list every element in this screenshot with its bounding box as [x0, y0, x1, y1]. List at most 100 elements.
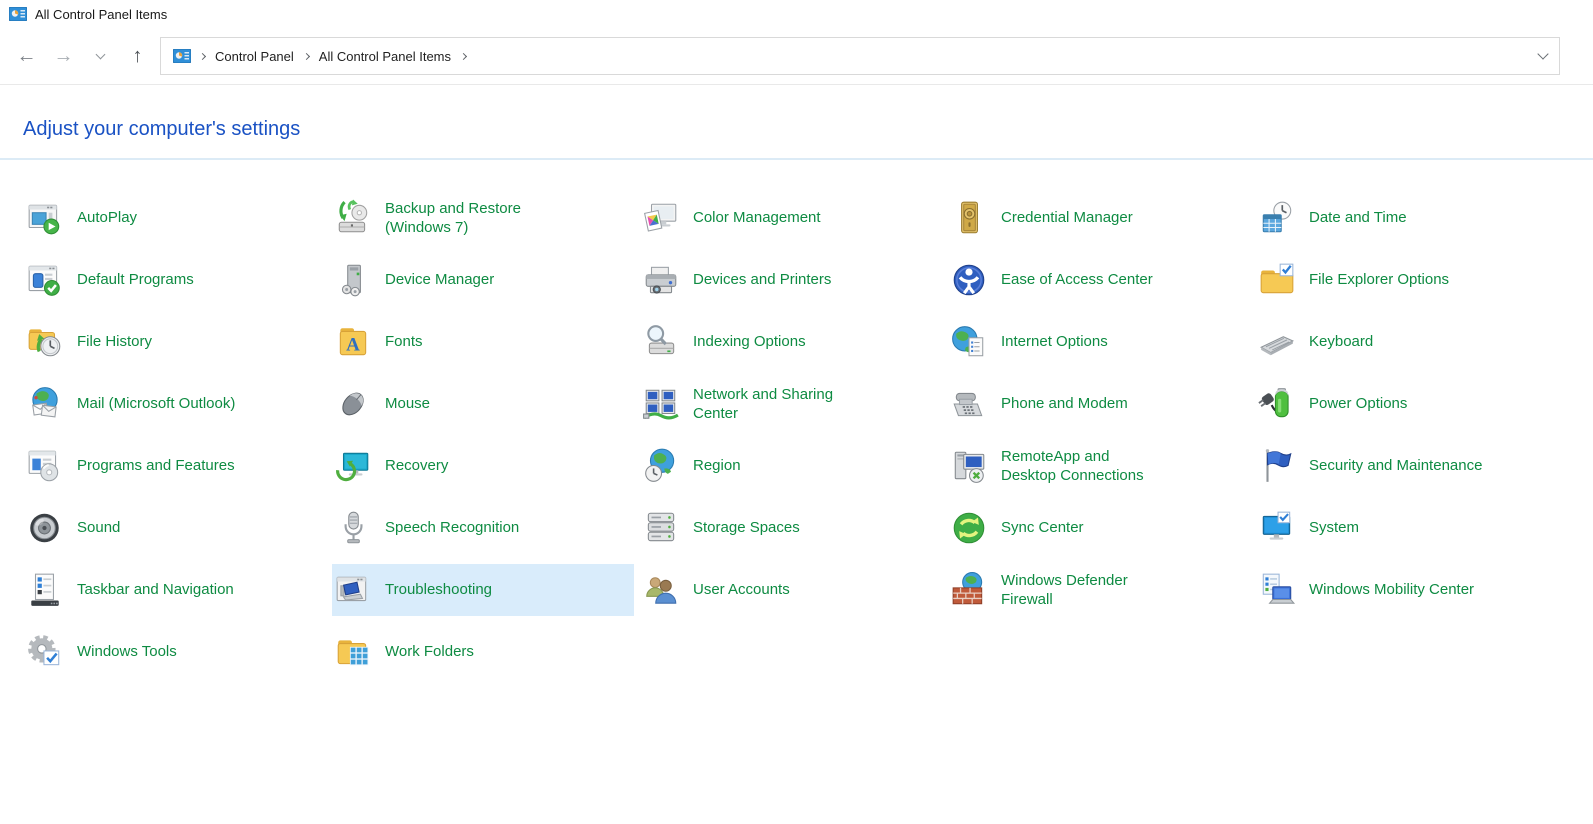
- item-label: Color Management: [693, 208, 821, 227]
- address-bar[interactable]: Control Panel All Control Panel Items: [160, 37, 1560, 75]
- address-history-dropdown-button[interactable]: [1537, 48, 1548, 59]
- item-default-programs[interactable]: Default Programs: [24, 254, 332, 306]
- item-label: Programs and Features: [77, 456, 235, 475]
- item-file-history[interactable]: File History: [24, 316, 332, 368]
- item-ease-of-access-center[interactable]: Ease of Access Center: [948, 254, 1256, 306]
- recovery-icon: [334, 447, 372, 485]
- mouse-icon: [334, 385, 372, 423]
- item-label: Mail (Microsoft Outlook): [77, 394, 235, 413]
- item-label: AutoPlay: [77, 208, 137, 227]
- item-windows-mobility-center[interactable]: Windows Mobility Center: [1256, 564, 1564, 616]
- security-maintenance-icon: [1258, 447, 1296, 485]
- mail-icon: [26, 385, 64, 423]
- item-remoteapp-and-desktop-connections[interactable]: RemoteApp and Desktop Connections: [948, 440, 1256, 492]
- breadcrumb-all-control-panel-items[interactable]: All Control Panel Items: [318, 47, 452, 66]
- item-work-folders[interactable]: Work Folders: [332, 626, 640, 678]
- item-label: Storage Spaces: [693, 518, 800, 537]
- internet-options-icon: [950, 323, 988, 361]
- item-label: Windows Mobility Center: [1309, 580, 1474, 599]
- item-label: Region: [693, 456, 741, 475]
- navigation-bar: ← → ↑ Control Panel All Control Panel It…: [0, 28, 1593, 85]
- user-accounts-icon: [642, 571, 680, 609]
- item-label: Windows Defender Firewall: [1001, 571, 1163, 609]
- item-taskbar-and-navigation[interactable]: Taskbar and Navigation: [24, 564, 332, 616]
- item-sound[interactable]: Sound: [24, 502, 332, 554]
- item-file-explorer-options[interactable]: File Explorer Options: [1256, 254, 1564, 306]
- item-label: Credential Manager: [1001, 208, 1133, 227]
- item-backup-and-restore-windows-7[interactable]: Backup and Restore (Windows 7): [332, 192, 640, 244]
- item-user-accounts[interactable]: User Accounts: [640, 564, 948, 616]
- power-options-icon: [1258, 385, 1296, 423]
- color-management-icon: [642, 199, 680, 237]
- item-label: Devices and Printers: [693, 270, 831, 289]
- forward-button[interactable]: →: [45, 38, 82, 74]
- file-history-icon: [26, 323, 64, 361]
- item-label: Recovery: [385, 456, 448, 475]
- storage-spaces-icon: [642, 509, 680, 547]
- item-label: Work Folders: [385, 642, 474, 661]
- item-internet-options[interactable]: Internet Options: [948, 316, 1256, 368]
- item-label: Keyboard: [1309, 332, 1373, 351]
- network-sharing-icon: [642, 385, 680, 423]
- indexing-options-icon: [642, 323, 680, 361]
- programs-features-icon: [26, 447, 64, 485]
- item-label: Backup and Restore (Windows 7): [385, 199, 547, 237]
- item-system[interactable]: System: [1256, 502, 1564, 554]
- item-label: Sound: [77, 518, 120, 537]
- item-security-and-maintenance[interactable]: Security and Maintenance: [1256, 440, 1564, 492]
- default-programs-icon: [26, 261, 64, 299]
- back-button[interactable]: ←: [8, 38, 45, 74]
- item-label: Indexing Options: [693, 332, 806, 351]
- item-label: Speech Recognition: [385, 518, 519, 537]
- fonts-icon: A: [334, 323, 372, 361]
- item-storage-spaces[interactable]: Storage Spaces: [640, 502, 948, 554]
- control-panel-icon: [9, 7, 27, 21]
- chevron-right-icon: [460, 52, 467, 59]
- date-time-icon: [1258, 199, 1296, 237]
- up-button[interactable]: ↑: [119, 38, 156, 74]
- item-color-management[interactable]: Color Management: [640, 192, 948, 244]
- item-troubleshooting[interactable]: Troubleshooting: [332, 564, 634, 616]
- phone-modem-icon: [950, 385, 988, 423]
- item-windows-defender-firewall[interactable]: Windows Defender Firewall: [948, 564, 1256, 616]
- recent-locations-button[interactable]: [82, 38, 119, 74]
- item-devices-and-printers[interactable]: Devices and Printers: [640, 254, 948, 306]
- item-label: RemoteApp and Desktop Connections: [1001, 447, 1163, 485]
- item-power-options[interactable]: Power Options: [1256, 378, 1564, 430]
- credential-manager-icon: [950, 199, 988, 237]
- svg-text:A: A: [346, 334, 360, 355]
- region-icon: [642, 447, 680, 485]
- item-label: User Accounts: [693, 580, 790, 599]
- item-programs-and-features[interactable]: Programs and Features: [24, 440, 332, 492]
- item-label: Power Options: [1309, 394, 1407, 413]
- device-manager-icon: [334, 261, 372, 299]
- item-device-manager[interactable]: Device Manager: [332, 254, 640, 306]
- item-label: Troubleshooting: [385, 580, 492, 599]
- item-region[interactable]: Region: [640, 440, 948, 492]
- item-label: Ease of Access Center: [1001, 270, 1153, 289]
- heading-divider: [0, 158, 1593, 160]
- devices-printers-icon: [642, 261, 680, 299]
- item-indexing-options[interactable]: Indexing Options: [640, 316, 948, 368]
- breadcrumb-control-panel[interactable]: Control Panel: [214, 47, 295, 66]
- item-keyboard[interactable]: Keyboard: [1256, 316, 1564, 368]
- system-icon: [1258, 509, 1296, 547]
- item-mouse[interactable]: Mouse: [332, 378, 640, 430]
- item-autoplay[interactable]: AutoPlay: [24, 192, 332, 244]
- item-mail-microsoft-outlook[interactable]: Mail (Microsoft Outlook): [24, 378, 332, 430]
- item-phone-and-modem[interactable]: Phone and Modem: [948, 378, 1256, 430]
- item-speech-recognition[interactable]: Speech Recognition: [332, 502, 640, 554]
- item-label: Default Programs: [77, 270, 194, 289]
- item-recovery[interactable]: Recovery: [332, 440, 640, 492]
- item-sync-center[interactable]: Sync Center: [948, 502, 1256, 554]
- item-network-and-sharing-center[interactable]: Network and Sharing Center: [640, 378, 948, 430]
- defender-firewall-icon: [950, 571, 988, 609]
- item-fonts[interactable]: AFonts: [332, 316, 640, 368]
- item-label: File History: [77, 332, 152, 351]
- chevron-down-icon: [96, 49, 106, 59]
- item-windows-tools[interactable]: Windows Tools: [24, 626, 332, 678]
- item-label: Device Manager: [385, 270, 494, 289]
- item-date-and-time[interactable]: Date and Time: [1256, 192, 1564, 244]
- item-credential-manager[interactable]: Credential Manager: [948, 192, 1256, 244]
- item-label: File Explorer Options: [1309, 270, 1449, 289]
